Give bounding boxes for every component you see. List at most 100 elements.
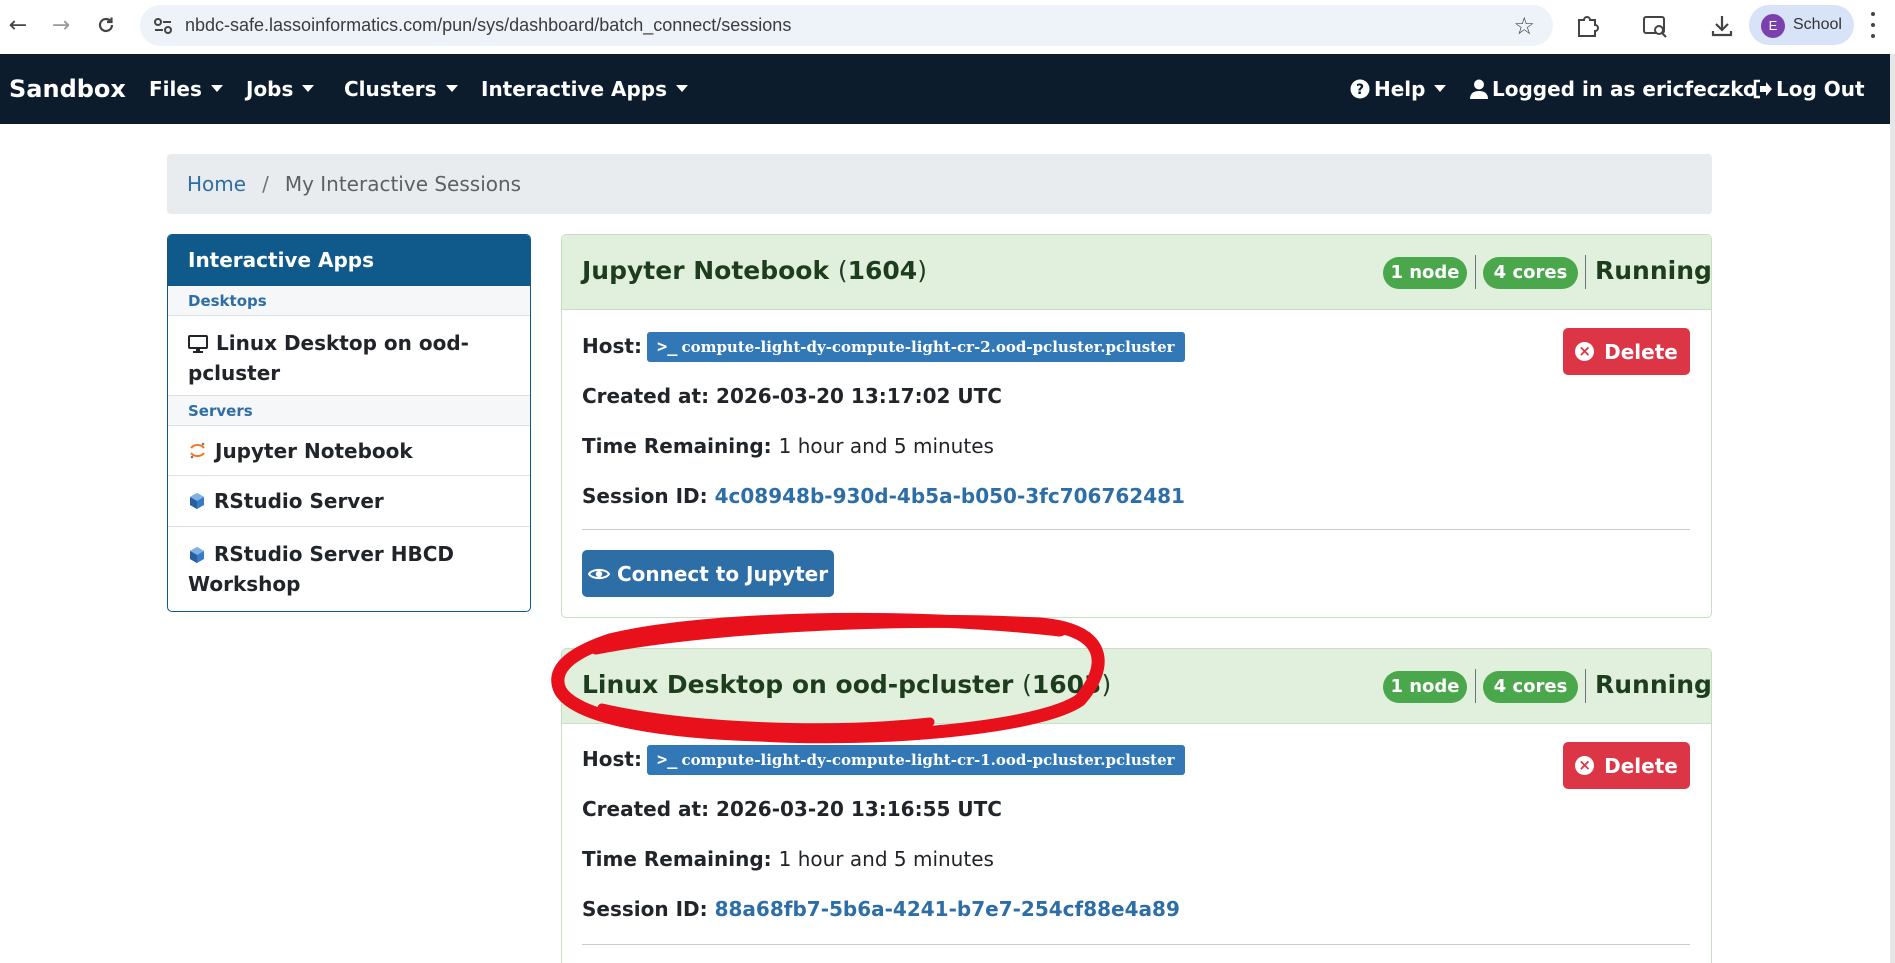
tab-search-icon[interactable] <box>1640 11 1670 41</box>
breadcrumb-home-link[interactable]: Home <box>187 172 246 196</box>
host-row: Host: >_ compute-light-dy-compute-light-cr… <box>582 745 1185 775</box>
delete-button[interactable]: × Delete <box>1563 328 1690 375</box>
nav-help-label: Help <box>1374 77 1426 101</box>
jupyter-icon <box>190 442 205 459</box>
caret-down-icon <box>1434 85 1447 92</box>
cores-badge: 4 cores <box>1483 257 1578 289</box>
nav-interactive-apps-menu[interactable]: Interactive Apps <box>481 54 689 124</box>
session-status: Running <box>1595 256 1712 285</box>
created-label: Created at: <box>582 384 710 408</box>
session-card-header: Jupyter Notebook (1604) 1 node 4 cores R… <box>562 235 1711 310</box>
terminal-icon: >_ <box>656 337 678 357</box>
host-row: Host: >_ compute-light-dy-compute-light-cr… <box>582 332 1185 362</box>
monitor-icon <box>188 335 208 353</box>
time-remaining-label: Time Remaining: <box>582 847 772 871</box>
connect-label: Connect to Jupyter <box>616 561 829 586</box>
divider <box>1475 255 1476 289</box>
sidebar-item-rstudio-server[interactable]: RStudio Server <box>168 476 530 527</box>
nav-files-menu[interactable]: Files <box>149 54 223 124</box>
nav-jobs-menu[interactable]: Jobs <box>246 54 315 124</box>
host-name: compute-light-dy-compute-light-cr-1.ood-… <box>681 751 1175 769</box>
sidebar-item-linux-desktop[interactable]: Linux Desktop on ood-pcluster <box>168 316 530 396</box>
delete-label: Delete <box>1604 753 1678 778</box>
session-title: Linux Desktop on ood-pcluster (1603) <box>582 670 1112 699</box>
url-text[interactable]: nbdc-safe.lassoinformatics.com/pun/sys/d… <box>185 5 791 46</box>
browser-menu-icon[interactable] <box>1870 12 1876 38</box>
sidebar-item-label: RStudio Server HBCD Workshop <box>188 542 454 596</box>
caret-down-icon <box>210 85 223 92</box>
caret-down-icon <box>676 85 689 92</box>
sidebar-category-desktops: Desktops <box>168 286 530 316</box>
download-icon[interactable] <box>1707 11 1737 41</box>
divider <box>1585 255 1586 289</box>
delete-label: Delete <box>1604 339 1678 364</box>
divider <box>1585 669 1586 703</box>
breadcrumb-current: My Interactive Sessions <box>284 172 522 196</box>
reload-icon[interactable] <box>91 10 121 40</box>
x-circle-icon: × <box>1575 756 1595 775</box>
nav-clusters-label: Clusters <box>344 77 437 101</box>
avatar: E <box>1761 14 1785 38</box>
connect-to-jupyter-button[interactable]: Connect to Jupyter <box>582 550 834 597</box>
nav-jobs-label: Jobs <box>246 77 294 101</box>
sidebar-item-rstudio-hbcd[interactable]: RStudio Server HBCD Workshop <box>168 527 530 609</box>
caret-down-icon <box>445 85 458 92</box>
session-number: 1603 <box>1031 670 1102 699</box>
session-name: Jupyter Notebook <box>582 256 830 285</box>
session-status: Running <box>1595 670 1712 699</box>
logout-link[interactable]: Log Out <box>1752 54 1865 124</box>
profile-label: School <box>1793 16 1842 33</box>
host-shell-link[interactable]: >_ compute-light-dy-compute-light-cr-2.oo… <box>646 332 1185 362</box>
logout-label: Log Out <box>1776 77 1865 101</box>
session-title: Jupyter Notebook (1604) <box>582 256 927 285</box>
site-settings-icon[interactable] <box>152 15 174 37</box>
time-remaining-label: Time Remaining: <box>582 434 772 458</box>
delete-button[interactable]: × Delete <box>1563 742 1690 789</box>
bookmark-star-icon[interactable]: ☆ <box>1513 12 1535 40</box>
sidebar-title: Interactive Apps <box>168 235 530 286</box>
caret-down-icon <box>302 85 315 92</box>
rstudio-icon <box>190 493 204 509</box>
host-label: Host: <box>582 747 642 771</box>
nav-clusters-menu[interactable]: Clusters <box>344 54 458 124</box>
created-label: Created at: <box>582 797 710 821</box>
host-shell-link[interactable]: >_ compute-light-dy-compute-light-cr-1.oo… <box>646 745 1185 775</box>
logged-in-user: Logged in as ericfeczko <box>1470 54 1757 124</box>
brand-link[interactable]: Sandbox <box>9 54 126 124</box>
session-id-label: Session ID: <box>582 484 708 508</box>
eye-icon <box>587 568 610 579</box>
breadcrumb-separator: / <box>262 172 269 196</box>
breadcrumb: Home / My Interactive Sessions <box>167 154 1712 214</box>
x-circle-icon: × <box>1575 342 1595 361</box>
host-label: Host: <box>582 334 642 358</box>
forward-arrow-icon[interactable]: → <box>46 10 76 40</box>
profile-button[interactable]: E School <box>1749 5 1854 45</box>
sidebar-item-label: Linux Desktop on ood-pcluster <box>188 331 469 385</box>
sidebar-item-jupyter-notebook[interactable]: Jupyter Notebook <box>168 426 530 476</box>
session-id-row: Session ID: 4c08948b-930d-4b5a-b050-3fc7… <box>582 484 1185 508</box>
session-card: Jupyter Notebook (1604) 1 node 4 cores R… <box>561 234 1712 618</box>
created-value: 2026-03-20 13:17:02 UTC <box>716 384 1002 408</box>
divider <box>582 944 1690 945</box>
terminal-icon: >_ <box>656 750 678 770</box>
browser-toolbar: ← → nbdc-safe.lassoinformatics.com/pun/s… <box>0 0 1895 54</box>
created-row: Created at: 2026-03-20 13:16:55 UTC <box>582 797 1002 821</box>
nodes-badge: 1 node <box>1383 257 1467 289</box>
time-remaining-row: Time Remaining: 1 hour and 5 minutes <box>582 434 994 458</box>
nav-interactive-apps-label: Interactive Apps <box>481 77 668 101</box>
back-arrow-icon[interactable]: ← <box>3 10 33 40</box>
sidebar-item-label: Jupyter Notebook <box>215 438 413 463</box>
question-circle-icon: ? <box>1350 79 1370 99</box>
session-id-link[interactable]: 88a68fb7-5b6a-4241-b7e7-254cf88e4a89 <box>715 897 1180 921</box>
sidebar-item-label: RStudio Server <box>214 489 384 513</box>
extensions-icon[interactable] <box>1572 11 1602 41</box>
session-id-link[interactable]: 4c08948b-930d-4b5a-b050-3fc706762481 <box>715 484 1185 508</box>
rstudio-icon <box>190 547 204 563</box>
nav-help-menu[interactable]: ? Help <box>1350 54 1447 124</box>
session-name: Linux Desktop on ood-pcluster <box>582 670 1014 699</box>
page-scrollbar[interactable] <box>1890 54 1895 963</box>
session-id-label: Session ID: <box>582 897 708 921</box>
address-bar[interactable]: nbdc-safe.lassoinformatics.com/pun/sys/d… <box>140 5 1553 46</box>
sign-out-icon <box>1753 79 1772 99</box>
nodes-badge: 1 node <box>1383 671 1467 703</box>
